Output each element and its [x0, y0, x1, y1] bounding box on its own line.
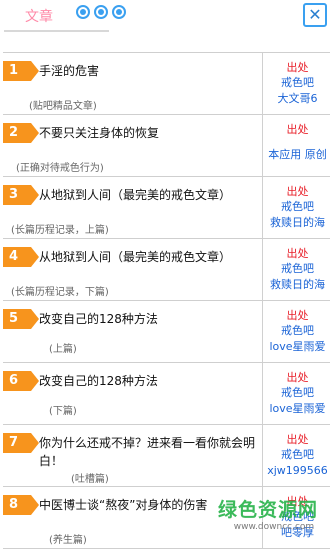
source-line: 救赎日的海 — [270, 278, 325, 291]
item-subtitle: (长篇历程记录，上篇) — [11, 225, 109, 236]
item-subtitle: (上篇) — [49, 344, 77, 355]
source-label: 出处 — [286, 433, 309, 446]
item-number-badge: 1 — [3, 61, 39, 81]
list-item[interactable]: 3 从地狱到人间（最完美的戒色文章） (长篇历程记录，上篇) 出处 戒色吧 救赎… — [3, 177, 330, 239]
list-item[interactable]: 6 改变自己的128种方法 (下篇) 出处 戒色吧 love星雨爱 — [3, 363, 330, 425]
watermark-text: 绿色资源网 — [218, 499, 319, 521]
item-title: 不要只关注身体的恢复 — [39, 126, 160, 140]
item-source: 出处 戒色吧 救赎日的海 — [265, 239, 330, 293]
page-indicator — [76, 5, 126, 19]
top-bar: 文章 ✕ — [0, 0, 330, 33]
source-label: 出处 — [286, 123, 309, 136]
item-source: 出处 戒色吧 大文哥6 — [265, 53, 330, 107]
list-item[interactable]: 7 你为什么还戒不掉？进来看一看你就会明白！ (吐槽篇) 出处 戒色吧 xjw1… — [3, 425, 330, 487]
source-label: 出处 — [286, 247, 309, 260]
item-number-badge: 2 — [3, 123, 39, 143]
source-line: 戒色吧 — [281, 324, 314, 337]
tab-underline — [4, 30, 109, 32]
source-line: 戒色吧 — [281, 386, 314, 399]
source-line: xjw199566 — [267, 464, 328, 477]
list-item[interactable]: 1 手淫的危害 (贴吧精品文章) 出处 戒色吧 大文哥6 — [3, 52, 330, 115]
item-title: 改变自己的128种方法 — [39, 312, 158, 326]
item-source: 出处 戒色吧 xjw199566 — [265, 425, 330, 479]
item-title: 改变自己的128种方法 — [39, 374, 158, 388]
watermark: 绿色资源网 www.downcc.com — [218, 495, 330, 532]
item-number-badge: 6 — [3, 371, 39, 391]
source-line: 戒色吧 — [281, 262, 314, 275]
column-divider — [262, 363, 263, 424]
source-label: 出处 — [286, 309, 309, 322]
item-subtitle: (下篇) — [49, 406, 77, 417]
item-number-badge: 7 — [3, 433, 39, 453]
column-divider — [262, 53, 263, 114]
item-source: 出处 戒色吧 love星雨爱 — [265, 301, 330, 355]
column-divider — [262, 301, 263, 362]
item-source: 出处 戒色吧 love星雨爱 — [265, 363, 330, 417]
source-line: 本应用 原创 — [268, 148, 327, 161]
item-source: 出处 戒色吧 救赎日的海 — [265, 177, 330, 231]
source-label: 出处 — [286, 371, 309, 384]
tab-articles[interactable]: 文章 — [25, 6, 53, 26]
list-item[interactable]: 4 从地狱到人间（最完美的戒色文章） (长篇历程记录，下篇) 出处 戒色吧 救赎… — [3, 239, 330, 301]
item-title: 你为什么还戒不掉？进来看一看你就会明白！ — [39, 436, 256, 468]
source-line: love星雨爱 — [269, 340, 326, 353]
item-subtitle: (正确对待戒色行为) — [16, 163, 104, 174]
item-title: 手淫的危害 — [39, 64, 100, 78]
item-subtitle: (长篇历程记录，下篇) — [11, 287, 109, 298]
page-dot-icon[interactable] — [112, 5, 126, 19]
item-number-badge: 5 — [3, 309, 39, 329]
item-subtitle: (养生篇) — [49, 535, 87, 546]
source-line: love星雨爱 — [269, 402, 326, 415]
item-title: 从地狱到人间（最完美的戒色文章） — [39, 250, 232, 264]
item-number-badge: 3 — [3, 185, 39, 205]
source-line: 救赎日的海 — [270, 216, 325, 229]
item-title: 从地狱到人间（最完美的戒色文章） — [39, 188, 232, 202]
column-divider — [262, 239, 263, 300]
item-source: 出处 本应用 原创 — [265, 115, 330, 163]
column-divider — [262, 425, 263, 486]
list-item[interactable]: 2 不要只关注身体的恢复 (正确对待戒色行为) 出处 本应用 原创 — [3, 115, 330, 177]
source-label: 出处 — [286, 61, 309, 74]
source-line: 戒色吧 — [281, 448, 314, 461]
column-divider — [262, 177, 263, 238]
column-divider — [262, 115, 263, 176]
item-subtitle: (吐槽篇) — [71, 474, 109, 485]
list-item[interactable]: 5 改变自己的128种方法 (上篇) 出处 戒色吧 love星雨爱 — [3, 301, 330, 363]
source-label: 出处 — [286, 185, 309, 198]
item-subtitle: (贴吧精品文章) — [29, 101, 97, 112]
item-number-badge: 4 — [3, 247, 39, 267]
close-icon: ✕ — [308, 5, 322, 24]
source-line: 戒色吧 — [281, 200, 314, 213]
close-button[interactable]: ✕ — [303, 3, 327, 27]
page-dot-icon[interactable] — [76, 5, 90, 19]
watermark-url: www.downcc.com — [233, 522, 315, 532]
item-number-badge: 8 — [3, 495, 39, 515]
source-line: 大文哥6 — [277, 92, 318, 105]
article-list: 1 手淫的危害 (贴吧精品文章) 出处 戒色吧 大文哥6 2 不要只关注身体的恢… — [3, 52, 330, 549]
source-line: 戒色吧 — [281, 76, 314, 89]
page-dot-icon[interactable] — [94, 5, 108, 19]
